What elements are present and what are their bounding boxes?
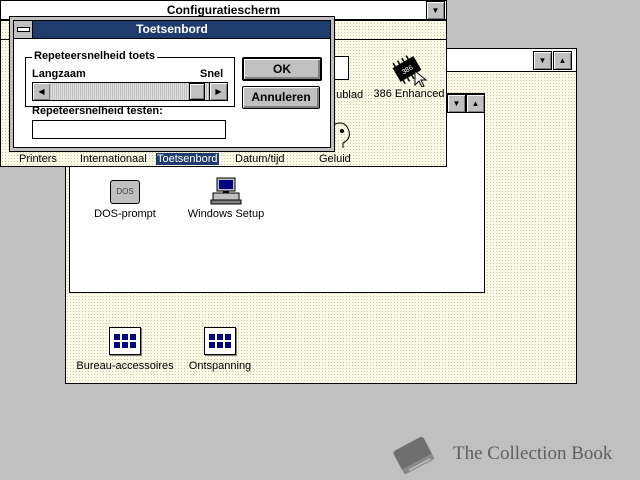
windows-setup-icon <box>210 177 242 205</box>
test-input[interactable] <box>32 120 226 139</box>
386-enhanced-label: 386 Enhanced <box>373 88 445 100</box>
slider-track[interactable] <box>50 83 208 100</box>
dos-prompt-label: DOS-prompt <box>94 208 156 220</box>
control-panel-minimize-button[interactable]: ▼ <box>426 1 445 20</box>
international-label[interactable]: Internationaal <box>80 153 147 165</box>
program-group-icon <box>109 327 141 355</box>
slider-thumb[interactable] <box>188 83 205 100</box>
main-group-maximize-button[interactable]: ▲ <box>466 94 485 113</box>
watermark: The Collection Book <box>388 430 638 476</box>
book-icon <box>393 436 434 475</box>
sound-label[interactable]: Geluid <box>319 153 351 165</box>
cancel-button[interactable]: Annuleren <box>242 86 320 109</box>
system-menu-icon <box>16 27 30 32</box>
slider-right-arrow[interactable]: ▶ <box>209 82 228 101</box>
date-time-label[interactable]: Datum/tijd <box>235 153 285 165</box>
accessories-group-item[interactable]: Bureau-accessoires <box>70 327 180 372</box>
printers-label[interactable]: Printers <box>19 153 57 165</box>
cancel-button-label: Annuleren <box>251 90 311 104</box>
windows-setup-item[interactable]: Windows Setup <box>182 176 270 220</box>
chip-icon: 386 <box>392 55 428 87</box>
keyboard-dialog-titlebar[interactable]: Toetsenbord <box>14 21 330 39</box>
games-group-label: Ontspanning <box>188 360 252 372</box>
repeat-rate-slider[interactable]: ◀ ▶ <box>32 82 228 101</box>
watermark-text: The Collection Book <box>453 443 613 464</box>
dos-prompt-icon: DOS <box>110 180 140 204</box>
main-group-minimize-button[interactable]: ▼ <box>447 94 466 113</box>
386-enhanced-item[interactable]: 386 386 Enhanced <box>373 53 445 100</box>
fast-label: Snel <box>200 68 224 80</box>
minimize-button[interactable]: ▼ <box>533 51 552 70</box>
keyboard-label[interactable]: Toetsenbord <box>156 153 219 165</box>
games-group-item[interactable]: Ontspanning <box>180 327 260 372</box>
system-menu-button[interactable] <box>14 21 33 39</box>
program-group-icon <box>204 327 236 355</box>
maximize-button[interactable]: ▲ <box>553 51 572 70</box>
windows-setup-label: Windows Setup <box>187 208 265 220</box>
dos-prompt-item[interactable]: DOS DOS-prompt <box>90 180 160 220</box>
slow-label: Langzaam <box>32 68 86 80</box>
control-panel-title: Configuratiescherm <box>166 3 281 17</box>
ok-button[interactable]: OK <box>242 57 322 81</box>
repeat-rate-group-label: Repeteersnelheid toets <box>32 50 158 62</box>
slider-left-arrow[interactable]: ◀ <box>32 82 51 101</box>
test-label: Repeteersnelheid testen: <box>32 105 163 117</box>
accessories-group-label: Bureau-accessoires <box>76 360 174 372</box>
keyboard-dialog-title: Toetsenbord <box>136 22 208 36</box>
keyboard-dialog: Toetsenbord Repeteersnelheid toets Langz… <box>9 16 335 152</box>
ok-button-label: OK <box>273 62 291 76</box>
